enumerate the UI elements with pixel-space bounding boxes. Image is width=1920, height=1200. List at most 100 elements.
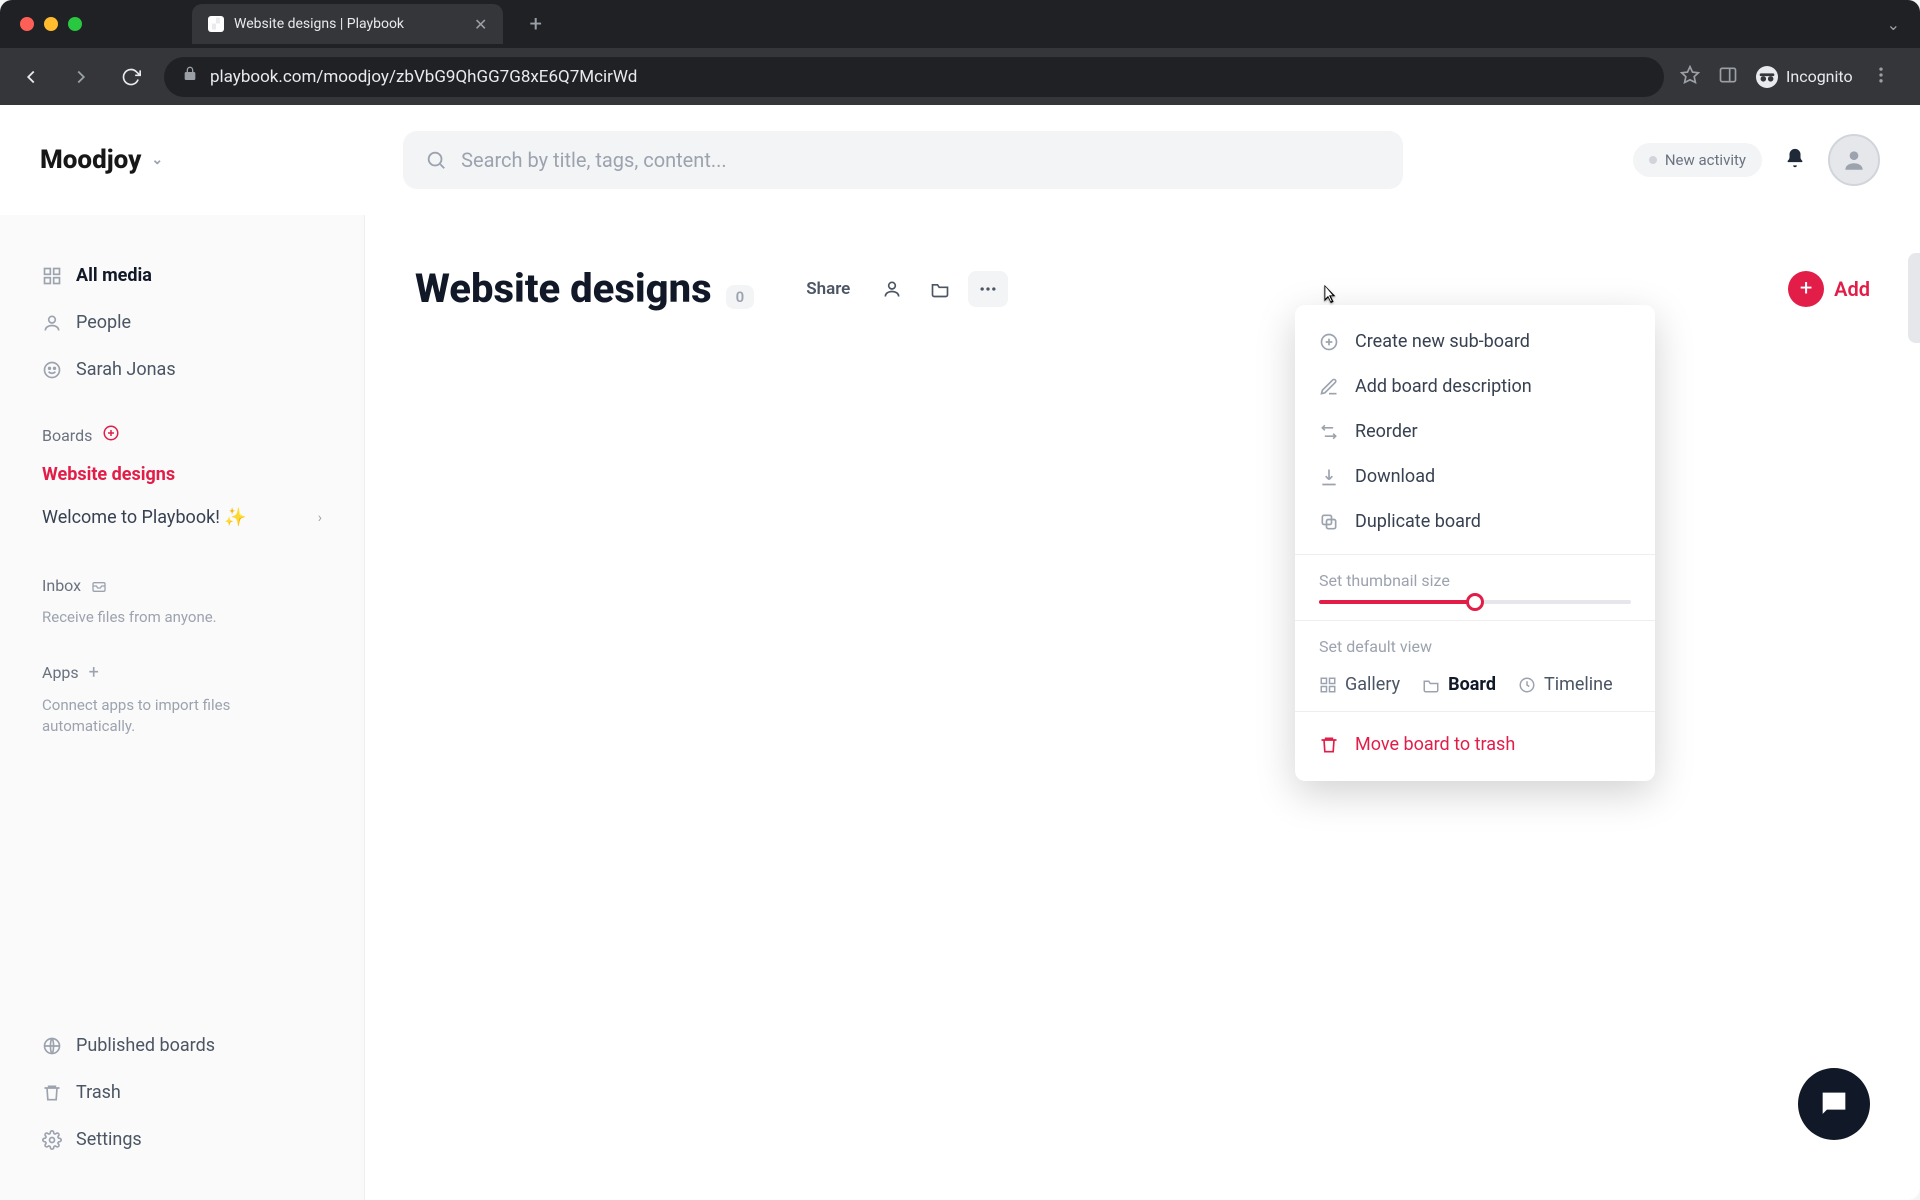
sidebar-item-user-sarah[interactable]: Sarah Jonas [30,349,334,390]
bookmark-icon[interactable] [1680,65,1700,89]
search-placeholder: Search by title, tags, content... [461,148,727,172]
plus-circle-icon [1319,332,1339,352]
trash-icon [1319,735,1339,755]
menu-duplicate[interactable]: Duplicate board [1295,499,1655,544]
user-avatar[interactable] [1828,134,1880,186]
new-tab-button[interactable]: + [513,12,557,37]
search-input[interactable]: Search by title, tags, content... [403,131,1403,189]
view-timeline[interactable]: Timeline [1518,674,1613,695]
forward-button[interactable] [64,60,98,94]
view-gallery[interactable]: Gallery [1319,674,1400,695]
search-icon [425,149,447,171]
url-text: playbook.com/moodjoy/zbVbG9QhGG7G8xE6Q7M… [210,67,637,87]
reload-button[interactable] [114,60,148,94]
sidebar-item-all-media[interactable]: All media [30,255,334,296]
incognito-badge[interactable]: Incognito [1756,66,1853,88]
close-tab-icon[interactable]: ✕ [474,15,487,34]
view-board[interactable]: Board [1422,674,1496,695]
smile-icon [42,360,62,380]
gear-icon [42,1130,62,1150]
inbox-header-label: Inbox [42,576,81,595]
add-button[interactable]: + Add [1788,271,1870,307]
add-app-button[interactable]: + [89,662,99,683]
reorder-icon [1319,422,1339,442]
chevron-down-icon: ⌄ [151,152,163,168]
clock-icon [1518,676,1536,694]
default-view-label: Set default view [1295,631,1655,666]
chevron-right-icon: › [318,510,322,526]
sidebar: All media People Sarah Jonas Boards Webs… [0,215,365,1200]
menu-item-label: Duplicate board [1355,511,1481,532]
divider [1295,554,1655,555]
download-icon [1319,467,1339,487]
menu-item-label: Add board description [1355,376,1532,397]
trash-icon [42,1083,62,1103]
menu-item-label: Move board to trash [1355,734,1515,755]
window-maximize[interactable] [68,17,82,31]
folder-icon [930,279,950,299]
inbox-icon [91,578,107,594]
sidebar-item-label: Trash [76,1082,121,1103]
folder-button[interactable] [920,271,960,307]
menu-create-subboard[interactable]: Create new sub-board [1295,319,1655,364]
thumbnail-size-slider[interactable] [1295,600,1655,610]
menu-add-description[interactable]: Add board description [1295,364,1655,409]
slider-thumb[interactable] [1466,593,1484,611]
board-title: Website designs [415,265,712,312]
right-panel-handle[interactable] [1908,253,1920,343]
window-close[interactable] [20,17,34,31]
sidebar-board-website-designs[interactable]: Website designs [30,456,334,493]
divider [1295,620,1655,621]
board-count-badge: 0 [726,285,755,309]
boards-header-label: Boards [42,426,92,445]
workspace-switcher[interactable]: Moodjoy ⌄ [40,145,163,175]
browser-menu-icon[interactable] [1871,65,1891,89]
menu-download[interactable]: Download [1295,454,1655,499]
menu-item-label: Reorder [1355,421,1418,442]
sidebar-item-published[interactable]: Published boards [30,1025,334,1066]
pencil-icon [1319,377,1339,397]
person-icon [882,279,902,299]
menu-reorder[interactable]: Reorder [1295,409,1655,454]
chat-fab[interactable] [1798,1068,1870,1140]
slider-fill [1319,600,1475,604]
inbox-hint: Receive files from anyone. [30,605,334,628]
sidebar-item-people[interactable]: People [30,302,334,343]
sidebar-item-settings[interactable]: Settings [30,1119,334,1160]
sidebar-item-label: All media [76,265,152,286]
menu-move-to-trash[interactable]: Move board to trash [1295,722,1655,767]
add-board-button[interactable] [102,424,120,446]
boards-header: Boards [30,424,334,446]
tab-favicon: ▞ [208,16,224,32]
address-bar[interactable]: playbook.com/moodjoy/zbVbG9QhGG7G8xE6Q7M… [164,57,1664,97]
view-label: Board [1448,674,1496,695]
apps-hint: Connect apps to import files automatical… [30,693,334,737]
sidebar-board-welcome[interactable]: Welcome to Playbook! ✨ › [30,499,334,536]
members-button[interactable] [872,271,912,307]
workspace-name: Moodjoy [40,145,141,175]
incognito-label: Incognito [1786,67,1853,86]
sidebar-item-label: Published boards [76,1035,215,1056]
window-minimize[interactable] [44,17,58,31]
notifications-button[interactable] [1784,147,1806,173]
sidebar-item-label: Settings [76,1129,142,1150]
more-options-button[interactable] [968,271,1008,307]
window-controls[interactable] [20,17,82,31]
topbar: Moodjoy ⌄ Search by title, tags, content… [0,105,1920,215]
sidebar-item-label: Sarah Jonas [76,359,176,380]
back-button[interactable] [14,60,48,94]
chat-icon [1817,1087,1851,1121]
board-options-menu: Create new sub-board Add board descripti… [1295,305,1655,781]
apps-header[interactable]: Apps + [30,662,334,683]
grid-icon [1319,676,1337,694]
panel-icon[interactable] [1718,65,1738,89]
browser-tab[interactable]: ▞ Website designs | Playbook ✕ [192,4,503,44]
activity-chip[interactable]: New activity [1633,143,1762,177]
share-button[interactable]: Share [792,271,864,307]
tabs-overflow-icon[interactable]: ⌄ [1887,15,1900,34]
app: Moodjoy ⌄ Search by title, tags, content… [0,105,1920,1200]
incognito-icon [1756,66,1778,88]
sidebar-item-trash[interactable]: Trash [30,1072,334,1113]
browser-chrome: ▞ Website designs | Playbook ✕ + ⌄ playb… [0,0,1920,105]
inbox-header[interactable]: Inbox [30,576,334,595]
